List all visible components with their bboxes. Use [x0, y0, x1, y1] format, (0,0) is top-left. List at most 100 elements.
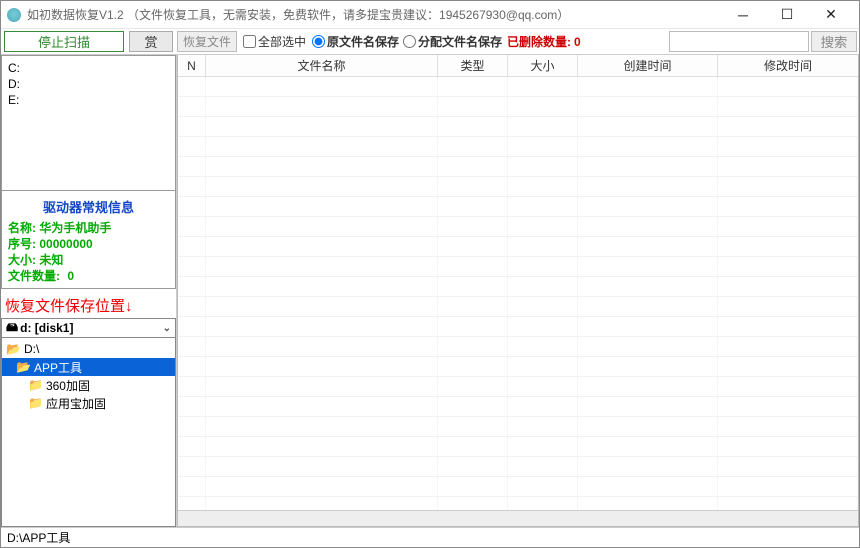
table-body[interactable]: [178, 77, 858, 510]
tree-item[interactable]: 📁应用宝加固: [2, 394, 175, 412]
col-header-ctime[interactable]: 创建时间: [578, 55, 718, 76]
drive-item[interactable]: E:: [8, 92, 169, 108]
table-row[interactable]: [178, 137, 858, 157]
save-original-radio[interactable]: 原文件名保存: [310, 29, 401, 54]
status-path: D:\APP工具: [7, 529, 70, 546]
donate-button[interactable]: 赏: [129, 31, 173, 52]
table-row[interactable]: [178, 237, 858, 257]
table-row[interactable]: [178, 337, 858, 357]
drive-item[interactable]: C:: [8, 60, 169, 76]
select-all-input[interactable]: [243, 35, 256, 48]
tree-item[interactable]: 📂APP工具: [2, 358, 175, 376]
table-row[interactable]: [178, 477, 858, 497]
statusbar: D:\APP工具: [1, 527, 859, 547]
table-row[interactable]: [178, 177, 858, 197]
folder-icon: 📁: [28, 379, 43, 391]
drive-filecount-row: 文件数量: 0: [8, 268, 169, 284]
drive-size-value: 未知: [39, 253, 63, 267]
table-row[interactable]: [178, 497, 858, 510]
table-header: N 文件名称 类型 大小 创建时间 修改时间: [178, 55, 858, 77]
toolbar-spacer: [584, 29, 667, 54]
drive-serial-row: 序号: 00000000: [8, 236, 169, 252]
col-header-size[interactable]: 大小: [508, 55, 578, 76]
table-row[interactable]: [178, 117, 858, 137]
close-button[interactable]: ✕: [809, 1, 853, 29]
left-panel: C: D: E: 驱动器常规信息 名称: 华为手机助手 序号: 00000000…: [1, 55, 177, 527]
table-row[interactable]: [178, 417, 858, 437]
main-area: C: D: E: 驱动器常规信息 名称: 华为手机助手 序号: 00000000…: [1, 55, 859, 527]
save-assigned-radio[interactable]: 分配文件名保存: [401, 29, 504, 54]
drive-list[interactable]: C: D: E:: [1, 55, 176, 191]
drive-filecount-label: 文件数量:: [8, 269, 60, 283]
table-row[interactable]: [178, 317, 858, 337]
table-row[interactable]: [178, 297, 858, 317]
drive-name-label: 名称:: [8, 221, 36, 235]
titlebar: 如初数据恢复V1.2 （文件恢复工具，无需安装，免费软件，请多提宝贵建议：194…: [1, 1, 859, 29]
drive-name-row: 名称: 华为手机助手: [8, 220, 169, 236]
drive-size-row: 大小: 未知: [8, 252, 169, 268]
save-original-label: 原文件名保存: [327, 33, 399, 50]
tree-item[interactable]: 📁360加固: [2, 376, 175, 394]
right-panel: N 文件名称 类型 大小 创建时间 修改时间: [177, 55, 859, 527]
disk-select-label: d: [disk1]: [20, 321, 73, 335]
drive-serial-value: 00000000: [39, 237, 92, 251]
folder-tree[interactable]: 📂D:\📂APP工具📁360加固📁应用宝加固: [1, 338, 176, 527]
search-input[interactable]: [669, 31, 809, 52]
deleted-count: 已删除数量: 0: [504, 29, 584, 54]
table-row[interactable]: [178, 217, 858, 237]
toolbar: 停止扫描 赏 恢复文件 全部选中 原文件名保存 分配文件名保存 已删除数量: 0…: [1, 29, 859, 55]
table-row[interactable]: [178, 97, 858, 117]
file-table: N 文件名称 类型 大小 创建时间 修改时间: [177, 55, 859, 527]
disk-select-dropdown[interactable]: 🖴 d: [disk1] ⌄: [1, 318, 176, 338]
select-all-checkbox[interactable]: 全部选中: [239, 29, 310, 54]
drive-filecount-value: 0: [67, 269, 74, 283]
drive-name-value: 华为手机助手: [39, 221, 111, 235]
col-header-type[interactable]: 类型: [438, 55, 508, 76]
stop-scan-button[interactable]: 停止扫描: [4, 31, 124, 52]
table-row[interactable]: [178, 157, 858, 177]
search-button[interactable]: 搜索: [811, 31, 857, 52]
folder-open-icon: 📂: [16, 361, 31, 373]
drive-info-header: 驱动器常规信息: [8, 195, 169, 220]
window-controls: ─ ☐ ✕: [721, 1, 853, 29]
col-header-name[interactable]: 文件名称: [206, 55, 438, 76]
chevron-down-icon: ⌄: [163, 323, 171, 334]
minimize-button[interactable]: ─: [721, 1, 765, 29]
tree-item-label: 360加固: [46, 377, 90, 394]
drive-serial-label: 序号:: [8, 237, 36, 251]
select-all-label: 全部选中: [258, 33, 306, 50]
table-row[interactable]: [178, 277, 858, 297]
tree-item-label: D:\: [24, 342, 39, 356]
disk-icon: 🖴: [6, 318, 18, 339]
table-row[interactable]: [178, 377, 858, 397]
table-row[interactable]: [178, 437, 858, 457]
table-row[interactable]: [178, 397, 858, 417]
folder-icon: 📁: [28, 397, 43, 409]
save-original-input[interactable]: [312, 35, 325, 48]
save-assigned-input[interactable]: [403, 35, 416, 48]
drive-info-panel: 驱动器常规信息 名称: 华为手机助手 序号: 00000000 大小: 未知 文…: [1, 191, 176, 289]
table-row[interactable]: [178, 257, 858, 277]
app-window: 如初数据恢复V1.2 （文件恢复工具，无需安装，免费软件，请多提宝贵建议：194…: [0, 0, 860, 548]
tree-item-label: APP工具: [34, 359, 82, 376]
tree-item-label: 应用宝加固: [46, 395, 106, 412]
col-header-n[interactable]: N: [178, 55, 206, 76]
tree-item[interactable]: 📂D:\: [2, 340, 175, 358]
save-assigned-label: 分配文件名保存: [418, 33, 502, 50]
table-row[interactable]: [178, 357, 858, 377]
folder-open-icon: 📂: [6, 343, 21, 355]
table-row[interactable]: [178, 77, 858, 97]
horizontal-scrollbar[interactable]: [178, 510, 858, 526]
save-location-label: 恢复文件保存位置↓: [1, 289, 176, 318]
table-row[interactable]: [178, 197, 858, 217]
drive-item[interactable]: D:: [8, 76, 169, 92]
table-row[interactable]: [178, 457, 858, 477]
deleted-count-value: 0: [574, 35, 581, 49]
window-title: 如初数据恢复V1.2 （文件恢复工具，无需安装，免费软件，请多提宝贵建议：194…: [27, 6, 721, 23]
maximize-button[interactable]: ☐: [765, 1, 809, 29]
drive-size-label: 大小:: [8, 253, 36, 267]
app-icon: [7, 8, 21, 22]
col-header-mtime[interactable]: 修改时间: [718, 55, 858, 76]
deleted-count-label: 已删除数量:: [507, 33, 571, 50]
restore-file-button[interactable]: 恢复文件: [177, 31, 237, 52]
